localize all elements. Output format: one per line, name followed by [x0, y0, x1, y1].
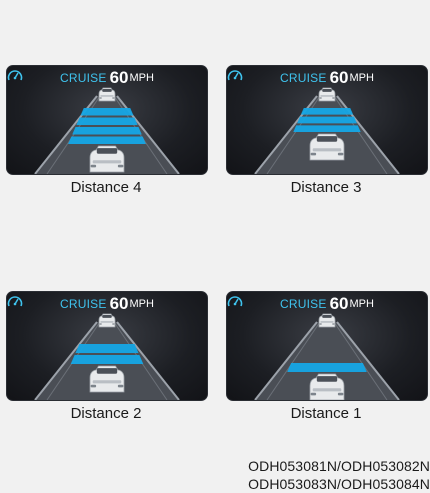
distance-bar — [68, 136, 146, 144]
own-car — [89, 145, 125, 173]
cruise-hud: CRUISE 60MPH — [227, 295, 427, 313]
cruise-control-icon — [7, 70, 23, 81]
own-car — [309, 133, 345, 161]
speed-unit: MPH — [129, 298, 154, 310]
distance-panel-2: CRUISE 60MPH — [6, 291, 208, 401]
lead-car — [318, 87, 336, 102]
distance-bar — [287, 363, 367, 372]
distance-bar — [70, 355, 144, 364]
speed-value: 60 — [329, 68, 349, 87]
own-car — [309, 373, 345, 400]
distance-bar — [300, 108, 354, 115]
caption-distance-2: Distance 2 — [70, 405, 142, 422]
cruise-hud: CRUISE 60MPH — [227, 69, 427, 87]
speed-value: 60 — [109, 294, 129, 313]
distance-bar — [293, 125, 361, 132]
cruise-control-icon — [227, 296, 243, 307]
speed-value: 60 — [329, 294, 349, 313]
lead-car — [98, 87, 116, 102]
cruise-label: CRUISE — [60, 297, 107, 311]
speed-value: 60 — [109, 68, 129, 87]
lead-car — [318, 313, 336, 328]
speed-unit: MPH — [349, 298, 374, 310]
lead-car — [98, 313, 116, 328]
distance-panel-3: CRUISE 60MPH — [226, 65, 428, 175]
distance-bar — [80, 108, 134, 116]
image-code-line-1: ODH053081N/ODH053082N — [248, 458, 430, 474]
distance-bar — [76, 117, 138, 125]
image-code-line-2: ODH053083N/ODH053084N — [248, 476, 430, 492]
caption-distance-4: Distance 4 — [70, 179, 142, 196]
caption-distance-3: Distance 3 — [290, 179, 362, 196]
distance-bar — [297, 116, 357, 124]
cruise-label: CRUISE — [280, 297, 327, 311]
cruise-label: CRUISE — [60, 71, 107, 85]
speed-unit: MPH — [349, 72, 374, 84]
cruise-label: CRUISE — [280, 71, 327, 85]
cruise-hud: CRUISE 60MPH — [7, 69, 207, 87]
cruise-control-icon — [7, 296, 23, 307]
distance-panel-1: CRUISE 60MPH — [226, 291, 428, 401]
own-car — [89, 365, 125, 393]
cruise-control-icon — [227, 70, 243, 81]
distance-bar — [75, 344, 139, 353]
distance-bar — [72, 127, 142, 135]
caption-distance-1: Distance 1 — [290, 405, 362, 422]
cruise-hud: CRUISE 60MPH — [7, 295, 207, 313]
distance-panel-4: CRUISE 60MPH — [6, 65, 208, 175]
speed-unit: MPH — [129, 72, 154, 84]
